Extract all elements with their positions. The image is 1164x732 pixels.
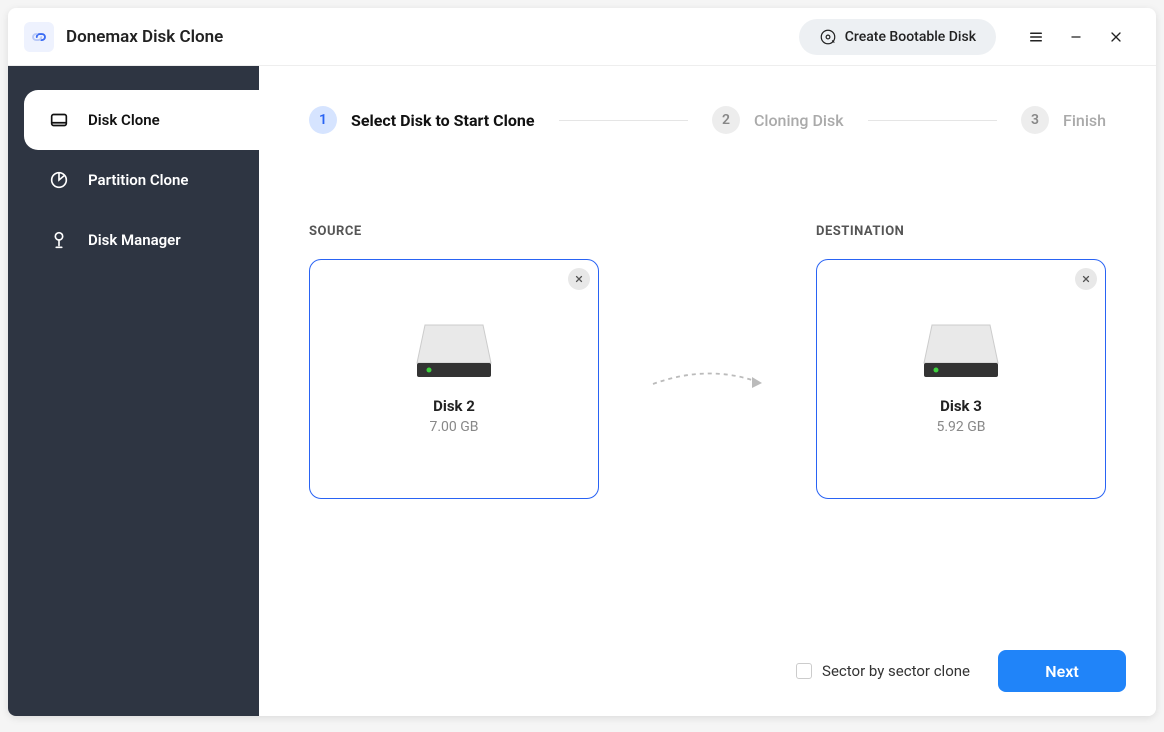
sidebar: Disk Clone Partition Clone Disk Manager — [8, 66, 259, 716]
disk-selection-area: SOURCE Disk 2 7.00 GB — [259, 134, 1156, 514]
sidebar-item-label: Disk Manager — [88, 231, 181, 249]
step-number: 3 — [1021, 106, 1049, 134]
stepper: 1 Select Disk to Start Clone 2 Cloning D… — [259, 66, 1156, 134]
step-number: 2 — [712, 106, 740, 134]
source-disk-card[interactable]: Disk 2 7.00 GB — [309, 259, 599, 499]
sidebar-item-partition-clone[interactable]: Partition Clone — [8, 150, 259, 210]
source-column: SOURCE Disk 2 7.00 GB — [309, 224, 599, 499]
disk-manager-icon — [48, 229, 70, 251]
step-1: 1 Select Disk to Start Clone — [309, 106, 535, 134]
hard-drive-icon — [415, 323, 493, 379]
step-number: 1 — [309, 106, 337, 134]
hamburger-icon — [1027, 28, 1045, 46]
disk-icon — [819, 28, 837, 46]
step-2: 2 Cloning Disk — [712, 106, 844, 134]
step-divider — [868, 120, 997, 121]
footer: Sector by sector clone Next — [796, 650, 1126, 692]
body: Disk Clone Partition Clone Disk Manager — [8, 66, 1156, 716]
disk-clone-icon — [48, 109, 70, 131]
clear-source-button[interactable] — [568, 268, 590, 290]
arrow-icon — [648, 364, 768, 394]
step-divider — [559, 120, 688, 121]
sector-label: Sector by sector clone — [822, 662, 970, 680]
main-content: 1 Select Disk to Start Clone 2 Cloning D… — [259, 66, 1156, 716]
step-label: Finish — [1063, 111, 1106, 130]
sector-by-sector-checkbox[interactable]: Sector by sector clone — [796, 662, 970, 680]
partition-clone-icon — [48, 169, 70, 191]
titlebar: Donemax Disk Clone Create Bootable Disk — [8, 8, 1156, 66]
step-label: Cloning Disk — [754, 111, 844, 130]
close-window-button[interactable] — [1096, 19, 1136, 55]
destination-disk-card[interactable]: Disk 3 5.92 GB — [816, 259, 1106, 499]
step-label: Select Disk to Start Clone — [351, 111, 535, 130]
hard-drive-icon — [922, 323, 1000, 379]
source-disk-size: 7.00 GB — [429, 419, 478, 435]
sidebar-item-label: Disk Clone — [88, 111, 160, 129]
checkbox-icon — [796, 663, 812, 679]
create-bootable-disk-button[interactable]: Create Bootable Disk — [799, 19, 996, 55]
menu-button[interactable] — [1016, 19, 1056, 55]
app-title: Donemax Disk Clone — [66, 27, 799, 47]
app-logo — [24, 22, 54, 52]
minimize-button[interactable] — [1056, 19, 1096, 55]
destination-disk-name: Disk 3 — [940, 397, 982, 415]
next-button[interactable]: Next — [998, 650, 1126, 692]
minimize-icon — [1068, 29, 1084, 45]
close-icon — [1108, 29, 1124, 45]
step-3: 3 Finish — [1021, 106, 1106, 134]
arrow-indicator — [599, 224, 816, 514]
app-window: Donemax Disk Clone Create Bootable Disk — [8, 8, 1156, 716]
source-disk-name: Disk 2 — [433, 397, 475, 415]
bootable-label: Create Bootable Disk — [845, 29, 976, 45]
clear-destination-button[interactable] — [1075, 268, 1097, 290]
sidebar-item-disk-clone[interactable]: Disk Clone — [24, 90, 259, 150]
close-icon — [574, 274, 584, 284]
destination-label: DESTINATION — [816, 224, 1106, 239]
destination-column: DESTINATION Disk 3 5. — [816, 224, 1106, 499]
sidebar-item-disk-manager[interactable]: Disk Manager — [8, 210, 259, 270]
close-icon — [1081, 274, 1091, 284]
link-icon — [30, 28, 48, 46]
sidebar-item-label: Partition Clone — [88, 171, 188, 189]
destination-disk-size: 5.92 GB — [936, 419, 985, 435]
source-label: SOURCE — [309, 224, 599, 239]
